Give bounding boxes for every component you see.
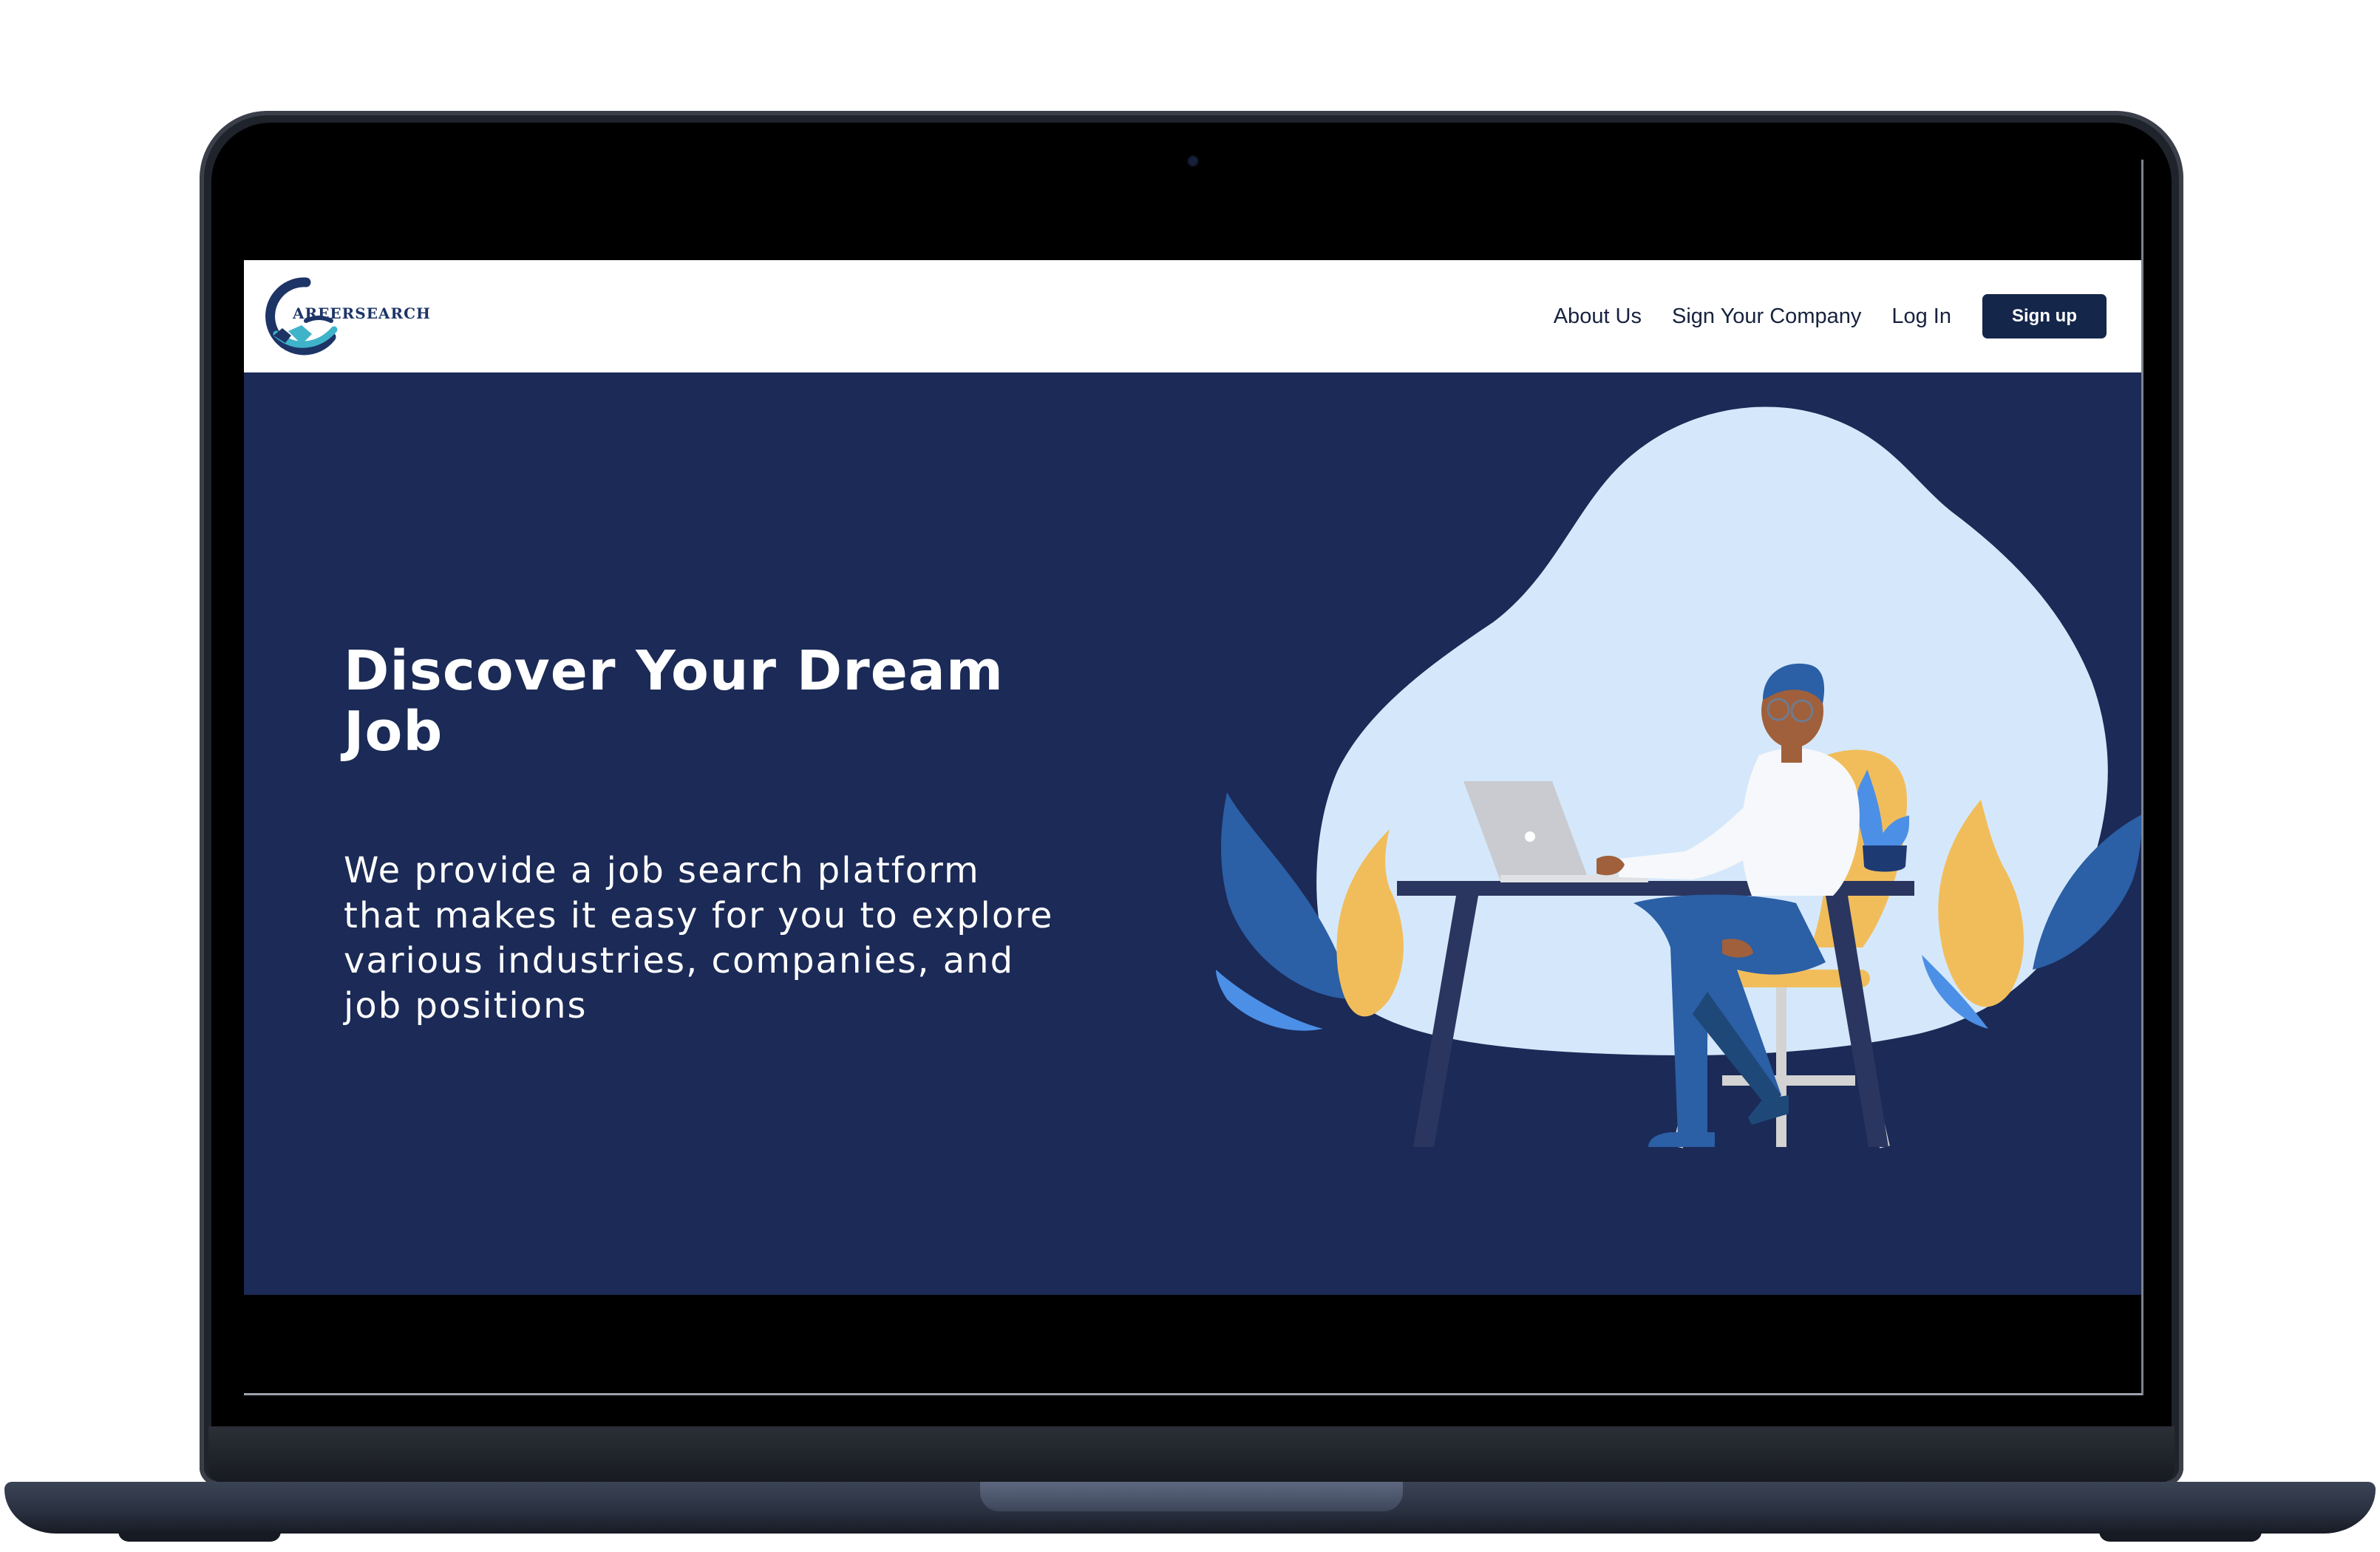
nav-sign-your-company[interactable]: Sign Your Company <box>1672 304 1861 329</box>
site-logo[interactable]: AREERSEARCH <box>260 276 438 358</box>
person-working-illustration <box>1216 406 2142 1148</box>
top-navbar: AREERSEARCH About Us Sign Your Company L… <box>244 260 2142 372</box>
browser-screen: AREERSEARCH About Us Sign Your Company L… <box>244 260 2142 1295</box>
laptop-hinge <box>208 1426 2175 1483</box>
hero-title: Discover Your Dream Job <box>344 639 1004 763</box>
laptop-foot-left <box>118 1531 281 1542</box>
camera-notch <box>1074 130 1312 204</box>
laptop-mockup: AREERSEARCH About Us Sign Your Company L… <box>0 0 2380 1552</box>
laptop-foot-right <box>2099 1531 2262 1542</box>
nav-about-us[interactable]: About Us <box>1554 304 1642 329</box>
screen-edge-bottom <box>244 1393 2142 1395</box>
signup-button[interactable]: Sign up <box>1982 294 2107 338</box>
logo-text: AREERSEARCH <box>293 304 431 322</box>
laptop-trackpad-notch <box>980 1482 1403 1511</box>
camera-icon <box>1189 157 1197 166</box>
hero-description: We provide a job search platform that ma… <box>344 850 1054 1027</box>
screen-edge-right <box>2141 160 2143 1395</box>
plant-pot <box>1863 845 1907 872</box>
nav-links: About Us Sign Your Company Log In Sign u… <box>1523 294 2107 338</box>
nav-log-in[interactable]: Log In <box>1891 304 1951 329</box>
person-shoe-left <box>1648 1132 1715 1147</box>
